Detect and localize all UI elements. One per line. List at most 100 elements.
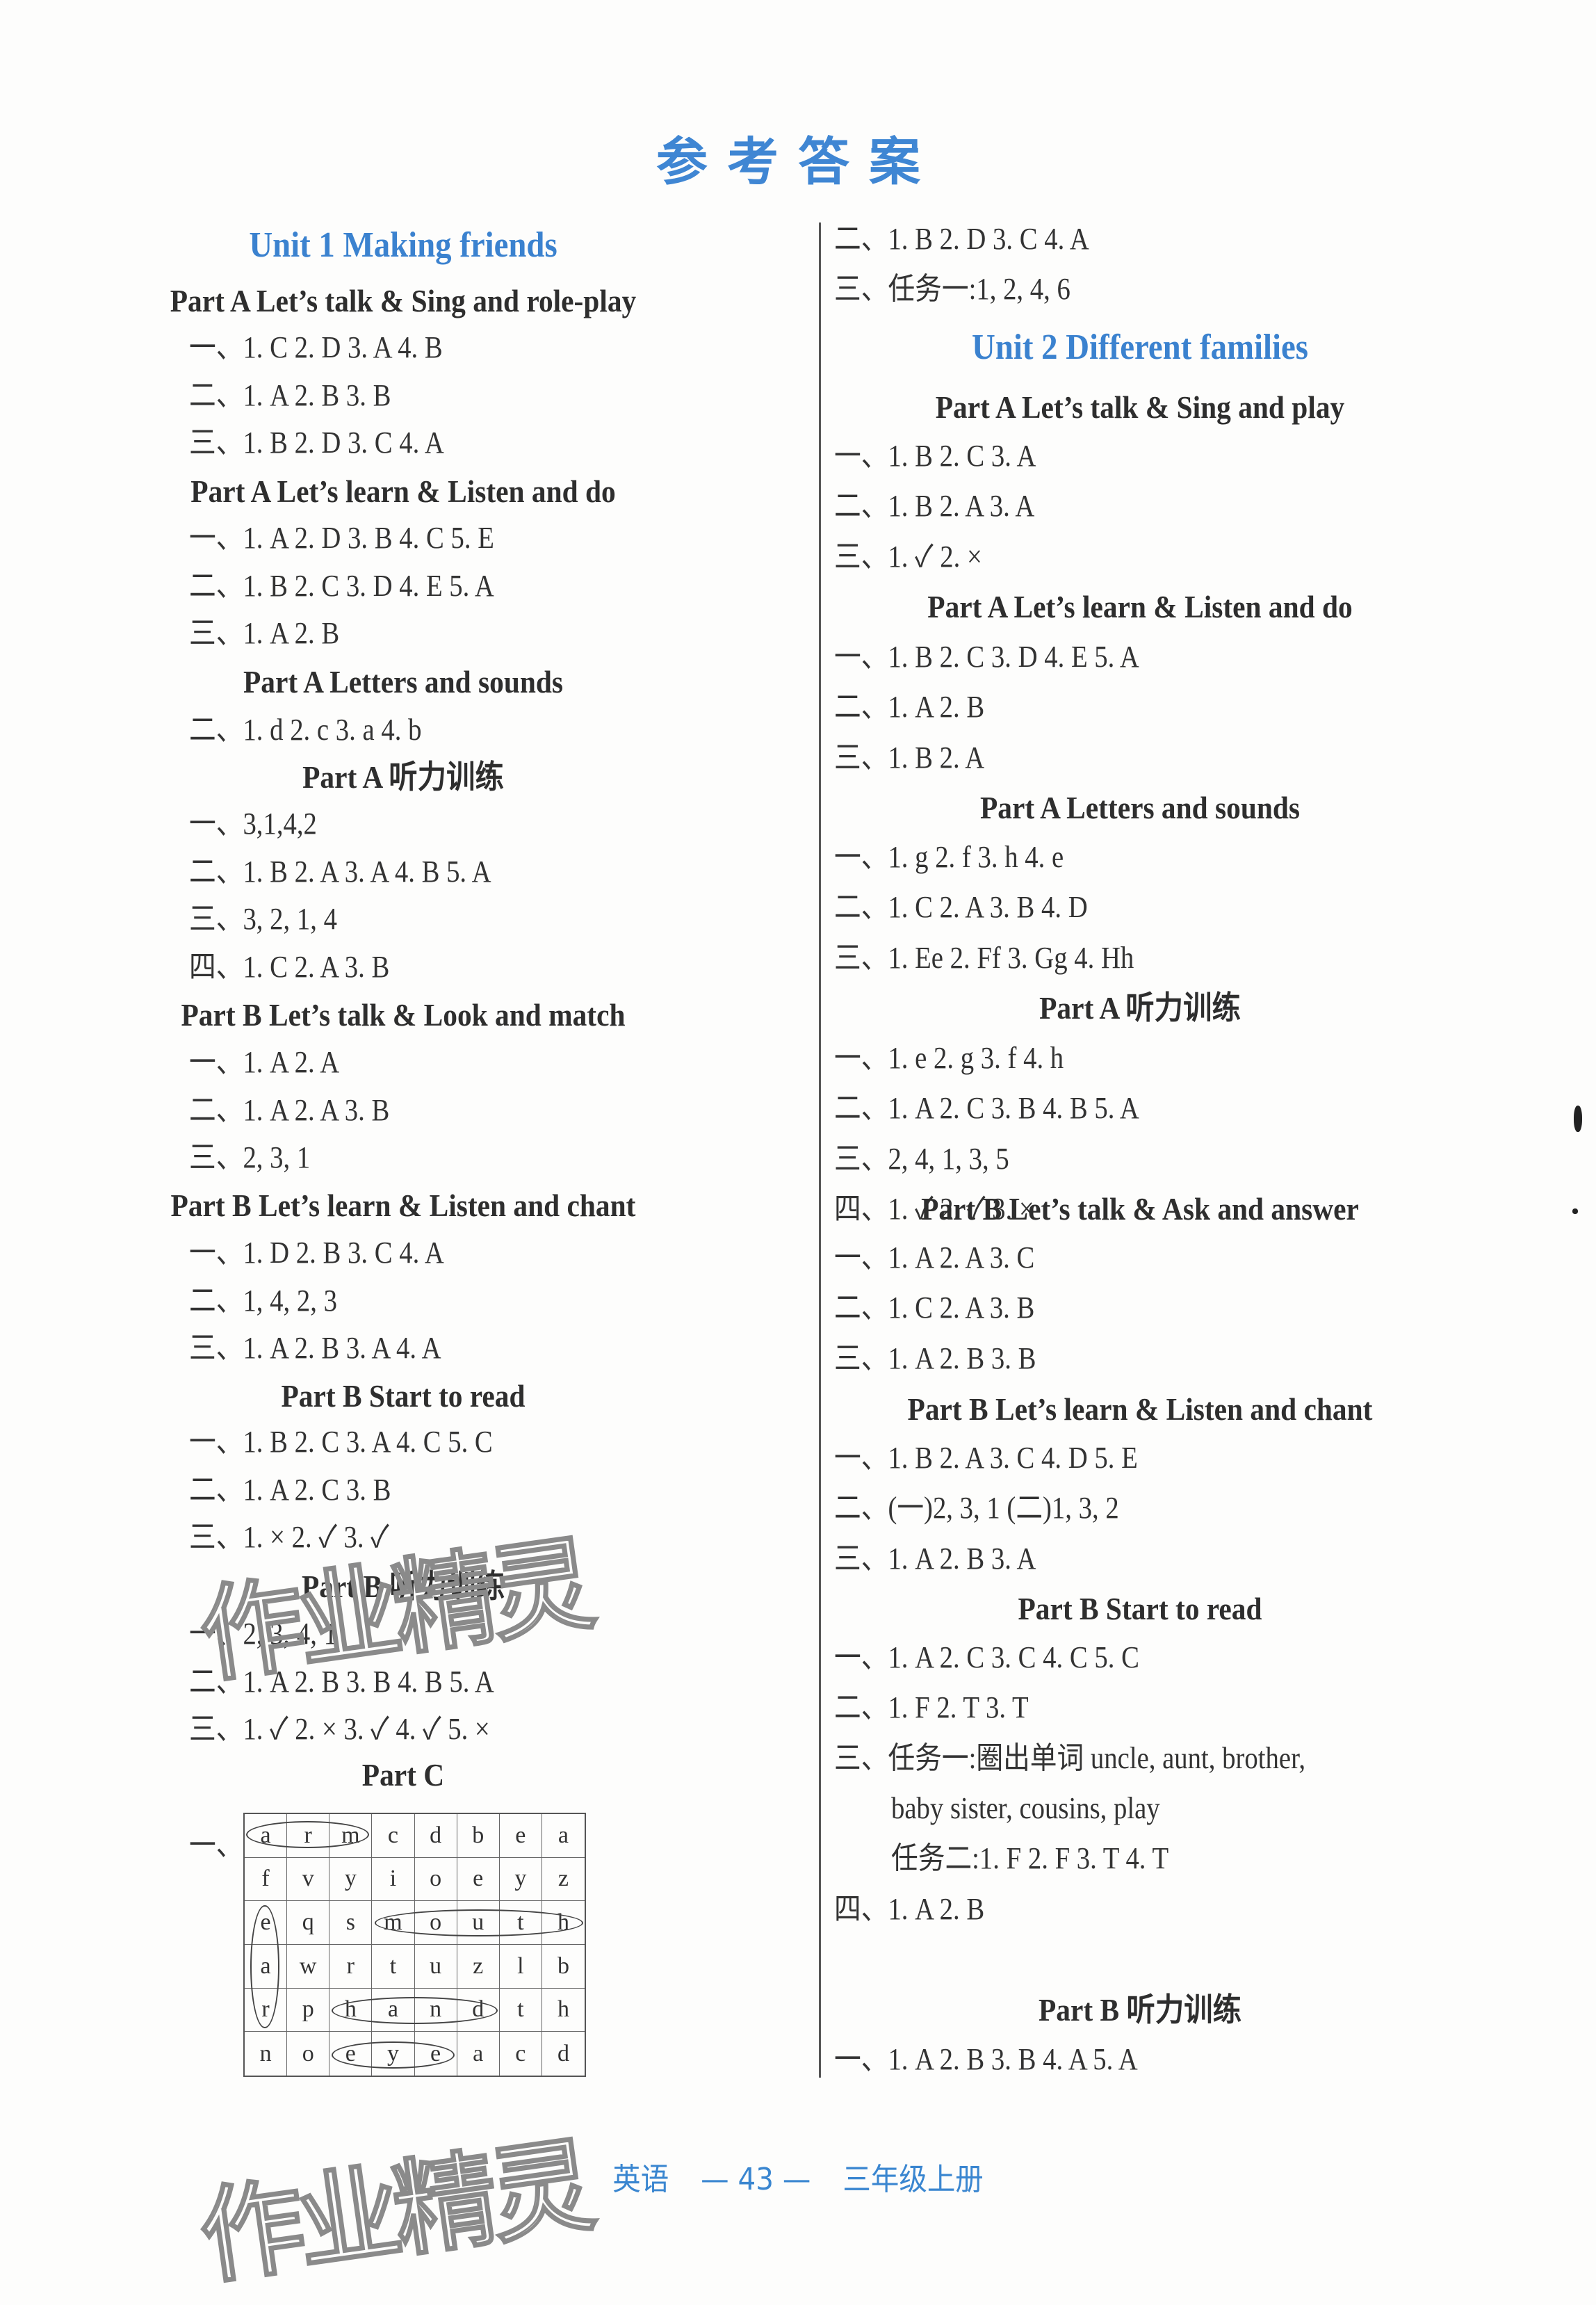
- grid-cell: w: [287, 1945, 330, 1989]
- section-heading: Part B 听力训练: [1038, 1992, 1242, 2028]
- column-divider: [819, 223, 821, 2078]
- grid-cell: a: [542, 1814, 585, 1858]
- answer-line: 二、1. B 2. D 3. C 4. A: [834, 222, 1089, 256]
- answer-line: 二、1. B 2. A 3. A: [834, 489, 1035, 524]
- section-heading: Part A Let’s learn & Listen and do: [190, 474, 616, 509]
- grid-cell: s: [329, 1901, 373, 1945]
- answer-line: 二、1. A 2. C 3. B 4. B 5. A: [834, 1091, 1139, 1126]
- section-heading: Part B Let’s talk & Ask and answer: [921, 1191, 1359, 1227]
- grid-cell: e: [499, 1814, 542, 1858]
- scan-speck: [1574, 1106, 1582, 1132]
- grid-cell: a: [457, 2032, 500, 2076]
- grid-cell: b: [542, 1945, 585, 1989]
- section-heading: Part A 听力训练: [302, 759, 504, 795]
- circle-eye: [332, 2041, 455, 2069]
- answer-line: 二、1. F 2. T 3. T: [834, 1690, 1029, 1725]
- answer-line: 一、1. B 2. C 3. A: [834, 439, 1036, 473]
- answer-line: 二、(一)2, 3, 1 (二)1, 3, 2: [834, 1491, 1119, 1526]
- section-heading: Part A Let’s talk & Sing and role-play: [170, 283, 637, 318]
- grid-cell: t: [499, 1988, 542, 2032]
- answer-line: 一、1. A 2. D 3. B 4. C 5. E: [189, 521, 494, 555]
- answer-line: 一、1. e 2. g 3. f 4. h: [834, 1041, 1064, 1075]
- section-heading: Part B Let’s talk & Look and match: [181, 997, 626, 1033]
- page-footer: 英语 — 43 — 三年级上册: [64, 2154, 1532, 2199]
- circle-ear: [250, 1904, 279, 2029]
- section-heading: Part A Let’s learn & Listen and do: [927, 589, 1353, 624]
- answer-line: 二、1. B 2. A 3. A 4. B 5. A: [189, 854, 491, 889]
- section-heading: Part A Letters and sounds: [979, 790, 1301, 825]
- grid-cell: d: [414, 1814, 457, 1858]
- answer-line: 二、1. A 2. A 3. B: [189, 1092, 390, 1127]
- section-heading: Part A Letters and sounds: [243, 664, 564, 699]
- page-title: 参考答案: [656, 132, 940, 192]
- grid-cell: q: [287, 1901, 330, 1945]
- unit-2-title: Unit 2 Different families: [972, 327, 1308, 367]
- grid-cell: c: [372, 1814, 415, 1858]
- grid-cell: e: [457, 1857, 500, 1902]
- unit-1-title: Unit 1 Making friends: [249, 225, 557, 265]
- section-heading: Part A Let’s talk & Sing and play: [935, 389, 1345, 425]
- answer-line: 三、任务一:圈出单词 uncle, aunt, brother,: [834, 1740, 1306, 1775]
- grid-cell: d: [557, 2040, 569, 2067]
- answer-line: 三、3, 2, 1, 4: [189, 902, 337, 936]
- answer-line: 二、1. B 2. C 3. D 4. E 5. A: [189, 568, 494, 603]
- grid-cell: o: [287, 2032, 330, 2076]
- answer-line: 四、1. C 2. A 3. B: [189, 949, 390, 984]
- word-search-grid: armcdbeafvyioeyzeqsmouthawrtuzlbrphandth…: [243, 1813, 586, 2077]
- circle-mouth: [374, 1909, 583, 1936]
- section-heading: Part B Start to read: [281, 1378, 526, 1414]
- answer-line: 三、1. A 2. B 3. A: [834, 1541, 1036, 1576]
- grid-cell: y: [329, 1857, 373, 1902]
- answer-line: 一、1. B 2. C 3. D 4. E 5. A: [834, 640, 1139, 674]
- answer-line: 二、1. A 2. B 3. B: [189, 378, 391, 412]
- answer-line: baby sister, cousins, play: [891, 1790, 1160, 1825]
- section-heading: Part B Let’s learn & Listen and chant: [170, 1188, 636, 1223]
- answer-line: 二、1. C 2. A 3. B 4. D: [834, 890, 1088, 925]
- footer-subject: 英语: [612, 2162, 669, 2197]
- answer-line: 一、1. C 2. D 3. A 4. B: [189, 330, 443, 364]
- grid-cell: c: [500, 2032, 542, 2076]
- answer-line: 二、1. C 2. A 3. B: [834, 1291, 1035, 1325]
- answer-line: 一、1. A 2. A 3. C: [834, 1240, 1035, 1275]
- grid-cell: r: [329, 1945, 373, 1989]
- answer-line: 三、2, 4, 1, 3, 5: [834, 1141, 1009, 1176]
- answer-line: 一、1. B 2. A 3. C 4. D 5. E: [834, 1441, 1138, 1475]
- answer-line: 三、1. A 2. B 3. A 4. A: [189, 1331, 441, 1365]
- grid-cell: u: [414, 1945, 457, 1989]
- grid-cell: h: [542, 1989, 585, 2032]
- grid-cell: p: [287, 1988, 330, 2032]
- grid-cell: t: [372, 1945, 415, 1989]
- footer-grade: 三年级上册: [842, 2162, 984, 2197]
- section-heading: Part A 听力训练: [1039, 990, 1241, 1026]
- grid-cell: l: [499, 1945, 542, 1989]
- answer-line: 一、1. A 2. B 3. B 4. A 5. A: [834, 2042, 1138, 2076]
- grid-cell: i: [372, 1857, 415, 1902]
- answer-line: 三、1. ✓ 2. ×: [834, 539, 982, 574]
- grid-cell: z: [542, 1858, 585, 1902]
- answer-line: 三、1. A 2. B 3. B: [834, 1341, 1036, 1375]
- answer-line: 一、1. D 2. B 3. C 4. A: [189, 1236, 444, 1270]
- footer-page-number: — 43 —: [701, 2162, 811, 2197]
- answer-line: 一、3,1,4,2: [189, 807, 317, 841]
- grid-cell: y: [499, 1857, 542, 1902]
- watermark-bottom: 作业精灵: [192, 2124, 596, 2300]
- grid-cell: f: [245, 1857, 288, 1902]
- answer-line: 任务二:1. F 2. F 3. T 4. T: [891, 1841, 1169, 1876]
- answer-line: 一、1. B 2. C 3. A 4. C 5. C: [189, 1425, 493, 1459]
- answer-line: 三、1. Ee 2. Ff 3. Gg 4. Hh: [834, 940, 1134, 975]
- part-c-heading: Part C: [361, 1757, 445, 1793]
- answer-line: 二、1. d 2. c 3. a 4. b: [189, 713, 422, 747]
- answer-line: 四、1. A 2. B: [834, 1891, 985, 1926]
- grid-cell: o: [414, 1857, 457, 1902]
- section-heading: Part B Let’s learn & Listen and chant: [907, 1391, 1373, 1427]
- grid-cell: b: [457, 1814, 500, 1858]
- answer-line: 三、1. B 2. A: [834, 740, 985, 775]
- answer-line: 三、任务一:1, 2, 4, 6: [834, 272, 1070, 306]
- answer-line: 三、1. B 2. D 3. C 4. A: [189, 426, 444, 460]
- answer-line: 三、2, 3, 1: [189, 1140, 311, 1174]
- answer-line: 一、1. A 2. C 3. C 4. C 5. C: [834, 1640, 1139, 1674]
- answer-line: 三、1. A 2. B: [189, 616, 340, 650]
- answer-line: 二、1. A 2. B: [834, 690, 985, 725]
- grid-cell: n: [245, 2032, 288, 2076]
- part-c-label: 一、: [189, 1828, 243, 1862]
